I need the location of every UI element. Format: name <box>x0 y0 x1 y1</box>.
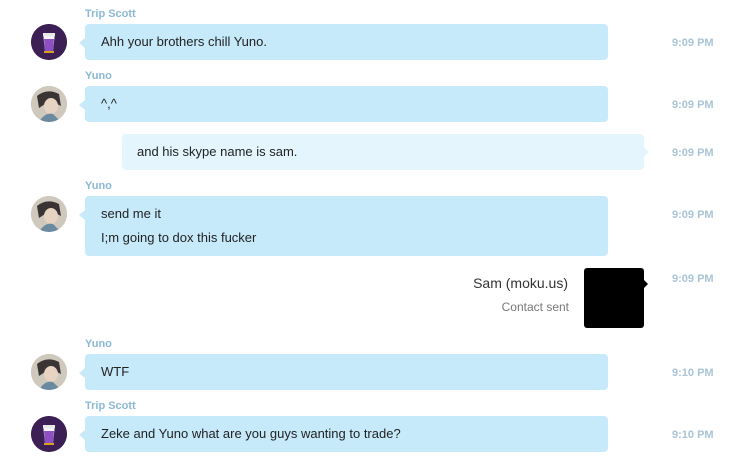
message-timestamp: 9:09 PM <box>672 147 714 159</box>
message-bubble[interactable]: Ahh your brothers chill Yuno. <box>79 24 608 60</box>
sender-name: Trip Scott <box>85 8 136 20</box>
message-text: and his skype name is sam. <box>137 144 298 159</box>
message-timestamp: 9:09 PM <box>672 273 714 285</box>
message-timestamp: 9:10 PM <box>672 367 714 379</box>
message-timestamp: 9:09 PM <box>672 37 714 49</box>
message-timestamp: 9:10 PM <box>672 429 714 441</box>
message-bubble[interactable]: ^,^ <box>79 86 608 122</box>
sender-name: Yuno <box>85 338 112 350</box>
message-bubble[interactable]: WTF <box>79 354 608 390</box>
trip-scott-avatar[interactable] <box>31 416 67 452</box>
message-text: ^,^ <box>101 96 117 111</box>
message-text: send me it <box>101 206 161 221</box>
person-photo-icon <box>31 354 67 390</box>
message-timestamp: 9:09 PM <box>672 99 714 111</box>
message-bubble[interactable]: Zeke and Yuno what are you guys wanting … <box>79 416 608 452</box>
person-photo-icon <box>31 196 67 232</box>
contact-status: Contact sent <box>501 300 569 314</box>
yuno-avatar[interactable] <box>31 354 67 390</box>
outgoing-message-bubble[interactable]: and his skype name is sam. <box>122 134 649 170</box>
message-text: Zeke and Yuno what are you guys wanting … <box>101 426 401 441</box>
purple-cup-icon <box>31 24 67 60</box>
purple-cup-icon <box>31 416 67 452</box>
message-text: Ahh your brothers chill Yuno. <box>101 34 267 49</box>
sender-name: Trip Scott <box>85 400 136 412</box>
message-timestamp: 9:09 PM <box>672 209 714 221</box>
yuno-avatar[interactable] <box>31 86 67 122</box>
contact-card-icon[interactable] <box>584 268 648 328</box>
message-text: I;m going to dox this fucker <box>101 230 257 245</box>
person-photo-icon <box>31 86 67 122</box>
message-bubble[interactable]: send me it I;m going to dox this fucker <box>79 196 608 256</box>
contact-name[interactable]: Sam (moku.us) <box>473 275 568 291</box>
sender-name: Yuno <box>85 180 112 192</box>
yuno-avatar[interactable] <box>31 196 67 232</box>
message-text: WTF <box>101 364 130 379</box>
sender-name: Yuno <box>85 70 112 82</box>
trip-scott-avatar[interactable] <box>31 24 67 60</box>
